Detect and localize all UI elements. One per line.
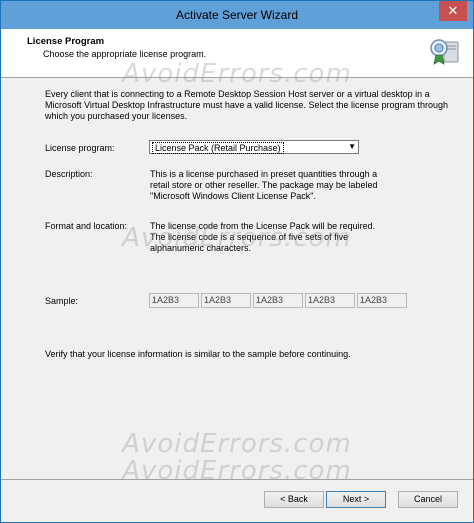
page-subtitle: Choose the appropriate license program. (43, 49, 207, 59)
page-title: License Program (27, 36, 105, 47)
sample-code-box: 1A2B3 (201, 293, 251, 308)
sample-code-box: 1A2B3 (253, 293, 303, 308)
sample-code-box: 1A2B3 (357, 293, 407, 308)
license-program-select[interactable]: License Pack (Retail Purchase) ▼ (149, 140, 359, 154)
window-title: Activate Server Wizard (175, 8, 299, 22)
license-program-selected-value: License Pack (Retail Purchase) (152, 142, 284, 154)
close-button[interactable]: ✕ (439, 1, 467, 21)
watermark-bottom-1: AvoidErrors.com (122, 429, 352, 459)
sample-code-box: 1A2B3 (305, 293, 355, 308)
sample-label: Sample: (45, 296, 79, 306)
sample-code-box: 1A2B3 (149, 293, 199, 308)
back-button[interactable]: < Back (264, 491, 324, 508)
description-text: This is a license purchased in preset qu… (150, 169, 378, 201)
next-button[interactable]: Next > (326, 491, 386, 508)
license-program-label: License program: (45, 143, 115, 153)
intro-text: Every client that is connecting to a Rem… (45, 89, 449, 121)
chevron-down-icon: ▼ (348, 142, 356, 151)
wizard-header: License Program Choose the appropriate l… (1, 29, 473, 78)
verify-text: Verify that your license information is … (45, 349, 351, 359)
format-location-label: Format and location: (45, 221, 128, 231)
description-label: Description: (45, 169, 93, 179)
cancel-button[interactable]: Cancel (398, 491, 458, 508)
close-icon: ✕ (447, 3, 459, 18)
certificate-server-icon (430, 39, 459, 65)
activate-server-wizard-window: Activate Server Wizard ✕ License Program… (0, 0, 474, 523)
format-location-text: The license code from the License Pack w… (150, 221, 376, 253)
title-bar[interactable]: Activate Server Wizard ✕ (1, 1, 473, 29)
watermark-bottom-2: AvoidErrors.com (122, 456, 352, 486)
footer-separator (1, 479, 473, 480)
